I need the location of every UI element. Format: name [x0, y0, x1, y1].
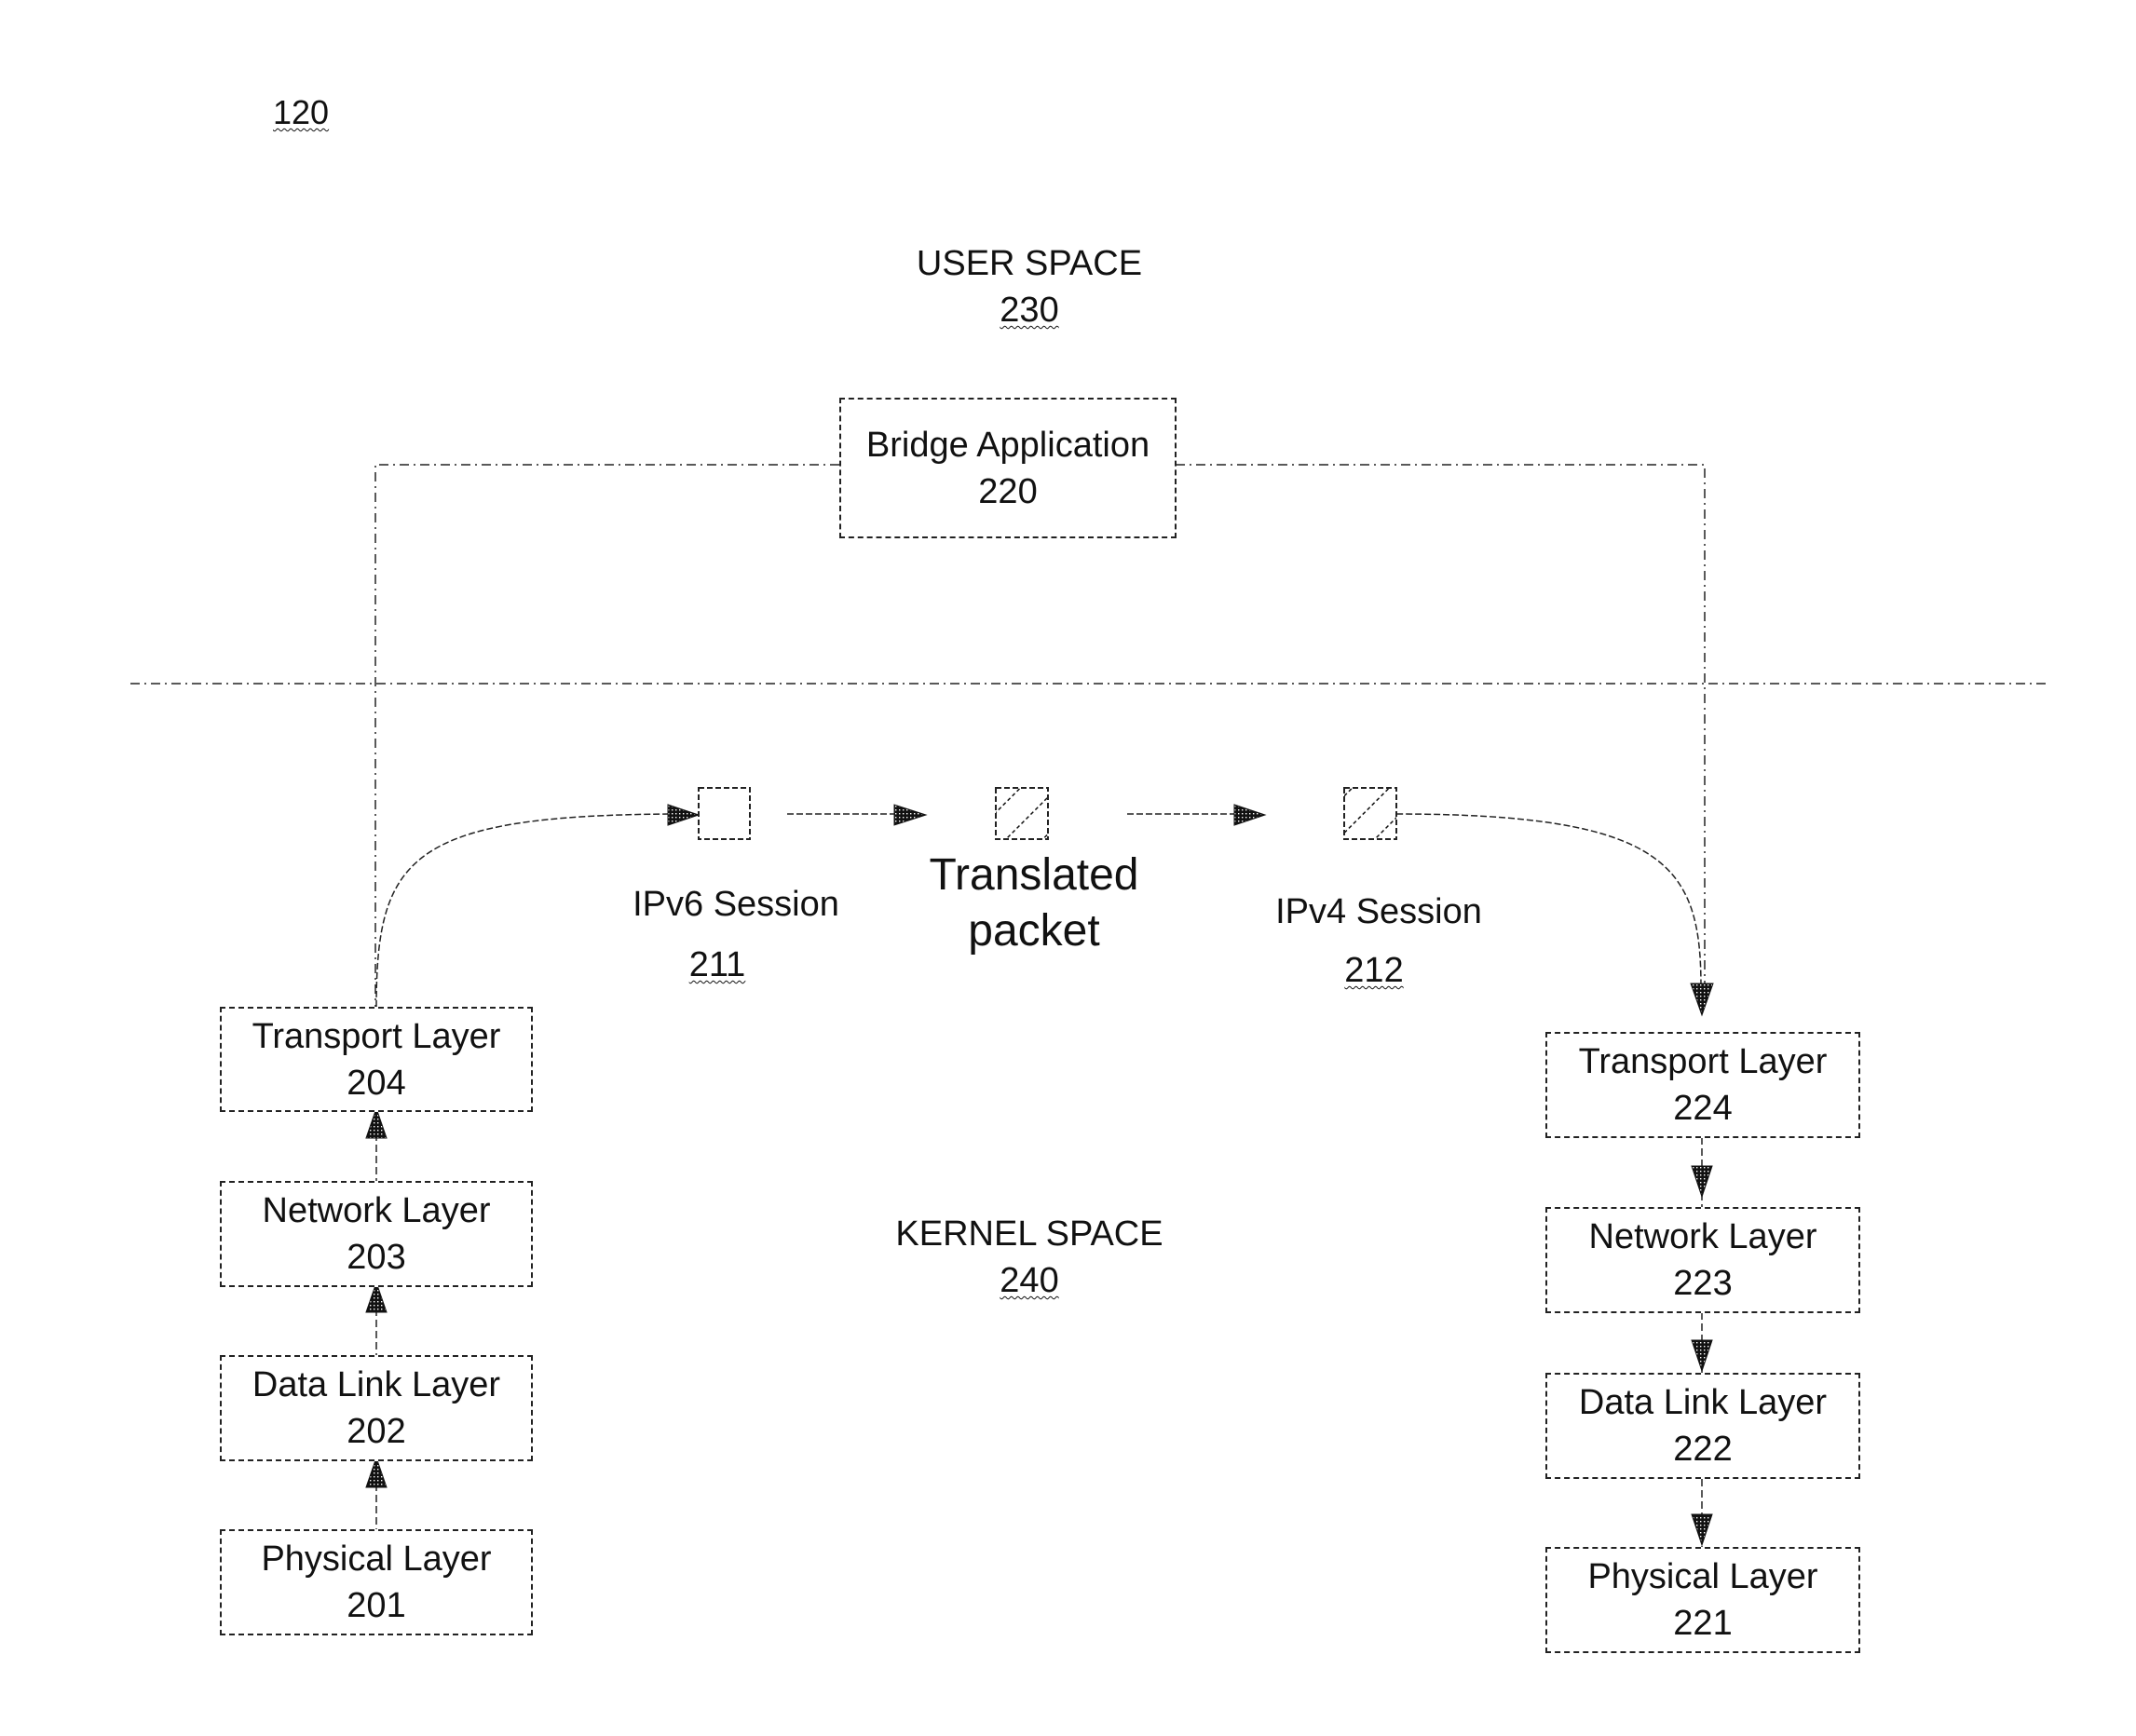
- ipv4-session-packet: [1343, 787, 1397, 840]
- arrowhead-to-right-transport: [1690, 983, 1714, 1017]
- arrow-up-physical-to-datalink: [365, 1456, 388, 1488]
- translated-packet-label-group: Translated packet: [894, 848, 1174, 959]
- layer-label: Network Layer: [262, 1191, 491, 1230]
- ipv6-session-label-group: IPv6 Session 211: [596, 885, 876, 985]
- layer-ref: 202: [347, 1412, 406, 1451]
- ipv6-session-ref: 211: [688, 945, 746, 984]
- layer-label: Data Link Layer: [1578, 1383, 1828, 1422]
- ipv4-session-label-group: IPv4 Session 212: [1239, 892, 1518, 991]
- layer-label: Network Layer: [1588, 1217, 1817, 1256]
- arrowhead-to-ipv6-session: [667, 804, 701, 826]
- layer-ref: 224: [1673, 1089, 1733, 1128]
- arrowhead-to-translated-packet: [893, 804, 928, 826]
- bridge-application-ref: 220: [978, 471, 1038, 511]
- left-stack-connectors: [365, 1106, 388, 1529]
- ipv6-session-packet: [698, 787, 751, 840]
- layer-ref: 223: [1673, 1264, 1733, 1303]
- left-data-link-layer-box: Data Link Layer 202: [220, 1355, 533, 1461]
- ipv4-session-label: IPv4 Session: [1275, 892, 1482, 931]
- user-space-title: USER SPACE: [916, 244, 1143, 283]
- bridge-application-label: Bridge Application: [865, 425, 1150, 465]
- kernel-space-ref: 240: [1000, 1261, 1059, 1300]
- kernel-space-title: KERNEL SPACE: [895, 1214, 1163, 1254]
- right-network-layer-box: Network Layer 223: [1545, 1207, 1860, 1313]
- arrowhead-to-ipv4-session: [1233, 804, 1267, 826]
- layer-label: Transport Layer: [252, 1016, 501, 1056]
- layer-ref: 201: [347, 1586, 406, 1625]
- translated-packet-label-line2: packet: [968, 906, 1100, 956]
- translated-packet-label-line1: Translated: [929, 850, 1139, 900]
- kernel-space-label: KERNEL SPACE 240: [820, 1211, 1239, 1304]
- layer-label: Physical Layer: [1587, 1557, 1818, 1596]
- layer-label: Physical Layer: [261, 1539, 492, 1579]
- user-space-label: USER SPACE 230: [820, 240, 1239, 333]
- user-space-ref: 230: [1000, 291, 1059, 330]
- left-physical-layer-box: Physical Layer 201: [220, 1529, 533, 1635]
- right-transport-layer-box: Transport Layer 224: [1545, 1032, 1860, 1138]
- layer-ref: 222: [1673, 1430, 1733, 1469]
- left-transport-layer-box: Transport Layer 204: [220, 1007, 533, 1112]
- ipv4-session-ref: 212: [1344, 951, 1404, 990]
- arrow-down-datalink-to-physical: [1691, 1513, 1713, 1547]
- translated-packet-box: [995, 787, 1049, 840]
- layer-ref: 221: [1673, 1604, 1733, 1643]
- bridge-application-box: Bridge Application 220: [839, 398, 1177, 538]
- layer-ref: 203: [347, 1238, 406, 1277]
- figure-reference: 120: [273, 93, 330, 131]
- right-data-link-layer-box: Data Link Layer 222: [1545, 1373, 1860, 1479]
- left-network-layer-box: Network Layer 203: [220, 1181, 533, 1287]
- layer-label: Transport Layer: [1578, 1042, 1828, 1081]
- layer-ref: 204: [347, 1063, 406, 1103]
- right-stack-connectors: [1691, 1137, 1713, 1547]
- layer-label: Data Link Layer: [252, 1365, 501, 1404]
- arrow-up-network-to-transport: [365, 1106, 388, 1139]
- right-physical-layer-box: Physical Layer 221: [1545, 1547, 1860, 1653]
- ipv6-session-label: IPv6 Session: [633, 885, 839, 924]
- arrow-down-transport-to-network: [1691, 1165, 1713, 1199]
- arrow-down-network-to-datalink: [1691, 1339, 1713, 1373]
